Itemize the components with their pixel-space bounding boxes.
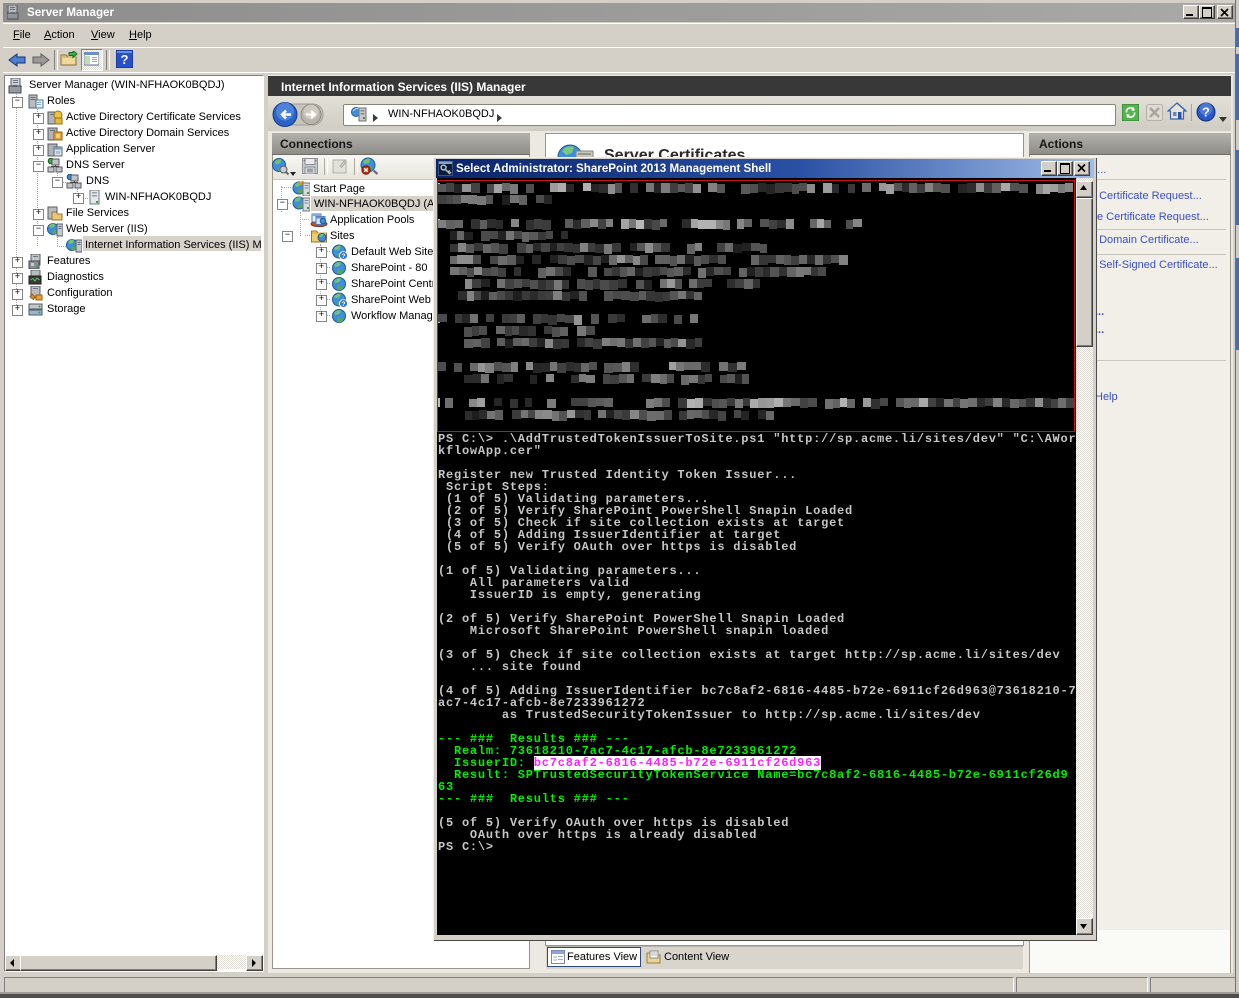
svg-text:?: ?: [342, 301, 346, 308]
svg-text:?: ?: [342, 253, 346, 260]
svg-text:?: ?: [121, 52, 129, 67]
svg-text:?: ?: [1202, 105, 1210, 120]
